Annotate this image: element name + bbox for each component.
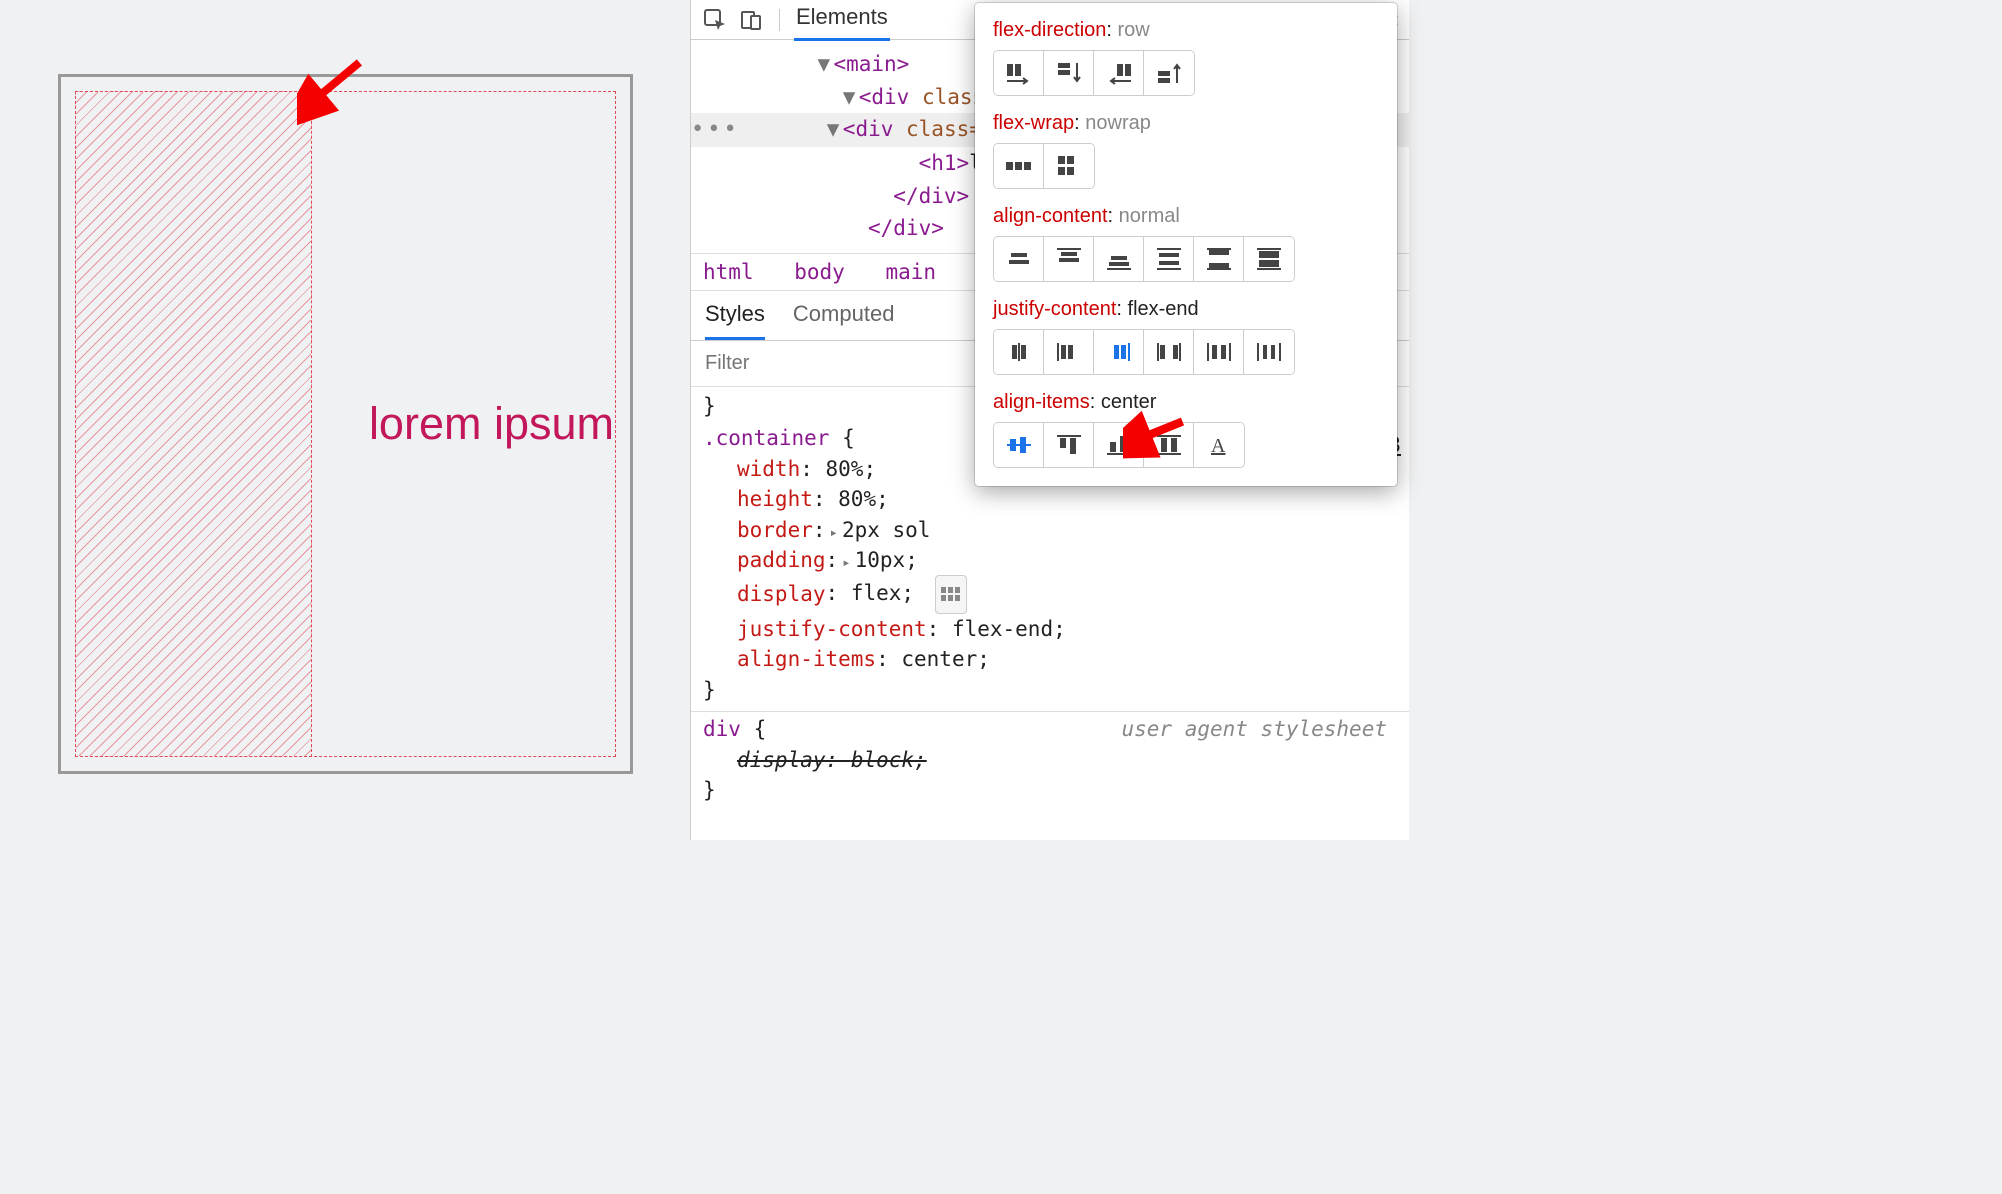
css-rule-ua-div[interactable]: user agent stylesheet div { display: blo… xyxy=(691,711,1409,811)
align-items-baseline-button[interactable]: A xyxy=(1194,423,1244,467)
section-justify-content: justify-content: flex-end xyxy=(993,298,1379,375)
flex-wrap-nowrap-button[interactable] xyxy=(994,144,1044,188)
flex-editor-popover: flex-direction: row flex-wrap: nowrap al… xyxy=(975,3,1397,486)
svg-text:A: A xyxy=(1211,435,1226,457)
section-flex-wrap: flex-wrap: nowrap xyxy=(993,112,1379,189)
justify-content-space-around-button[interactable] xyxy=(1194,330,1244,374)
filter-input[interactable] xyxy=(703,351,943,376)
devtools-panel: ✕ Elements ▼<main> ▼<div class="w ••• xyxy=(690,0,1409,840)
justify-content-space-between-button[interactable] xyxy=(1144,330,1194,374)
toolbar-separator xyxy=(779,9,780,31)
align-items-center-button[interactable] xyxy=(994,423,1044,467)
tab-styles[interactable]: Styles xyxy=(705,301,765,340)
align-content-stretch-button[interactable] xyxy=(1244,237,1294,281)
section-align-items: align-items: center A xyxy=(993,391,1379,468)
device-toggle-icon[interactable] xyxy=(737,6,765,34)
stray-brace: } xyxy=(703,394,716,418)
align-content-center-button[interactable] xyxy=(994,237,1044,281)
align-items-stretch-button[interactable] xyxy=(1144,423,1194,467)
flex-area: lorem ipsum xyxy=(71,87,620,761)
align-content-space-between-button[interactable] xyxy=(1194,237,1244,281)
ua-stylesheet-label: user agent stylesheet xyxy=(1121,714,1397,744)
flex-direction-row-reverse-button[interactable] xyxy=(1094,51,1144,95)
expand-triangle-icon[interactable]: ▸ xyxy=(838,555,854,571)
align-content-end-button[interactable] xyxy=(1094,237,1144,281)
inspect-icon[interactable] xyxy=(701,6,729,34)
section-flex-direction: flex-direction: row xyxy=(993,19,1379,96)
flex-direction-column-button[interactable] xyxy=(1044,51,1094,95)
crumb-body[interactable]: body xyxy=(794,260,845,284)
justify-content-end-button[interactable] xyxy=(1094,330,1144,374)
flex-editor-toggle-icon[interactable] xyxy=(935,575,967,613)
heading-h1: lorem ipsum xyxy=(369,398,620,450)
align-items-end-button[interactable] xyxy=(1094,423,1144,467)
align-items-start-button[interactable] xyxy=(1044,423,1094,467)
crumb-main[interactable]: main xyxy=(885,260,936,284)
tab-computed[interactable]: Computed xyxy=(793,301,895,340)
flex-direction-row-button[interactable] xyxy=(994,51,1044,95)
flex-wrap-wrap-button[interactable] xyxy=(1044,144,1094,188)
justify-content-center-button[interactable] xyxy=(994,330,1044,374)
section-align-content: align-content: normal xyxy=(993,205,1379,282)
flex-direction-column-reverse-button[interactable] xyxy=(1144,51,1194,95)
align-content-start-button[interactable] xyxy=(1044,237,1094,281)
more-actions-icon[interactable]: ••• xyxy=(691,113,713,147)
tab-elements[interactable]: Elements xyxy=(794,0,890,41)
justify-content-space-evenly-button[interactable] xyxy=(1244,330,1294,374)
align-content-space-around-button[interactable] xyxy=(1144,237,1194,281)
container-element[interactable]: lorem ipsum xyxy=(58,74,633,774)
app-root: lorem ipsum ✕ Elements xyxy=(0,0,1409,840)
crumb-html[interactable]: html xyxy=(703,260,754,284)
expand-triangle-icon[interactable]: ▸ xyxy=(826,525,842,541)
justify-content-start-button[interactable] xyxy=(1044,330,1094,374)
page-preview: lorem ipsum xyxy=(0,0,690,840)
